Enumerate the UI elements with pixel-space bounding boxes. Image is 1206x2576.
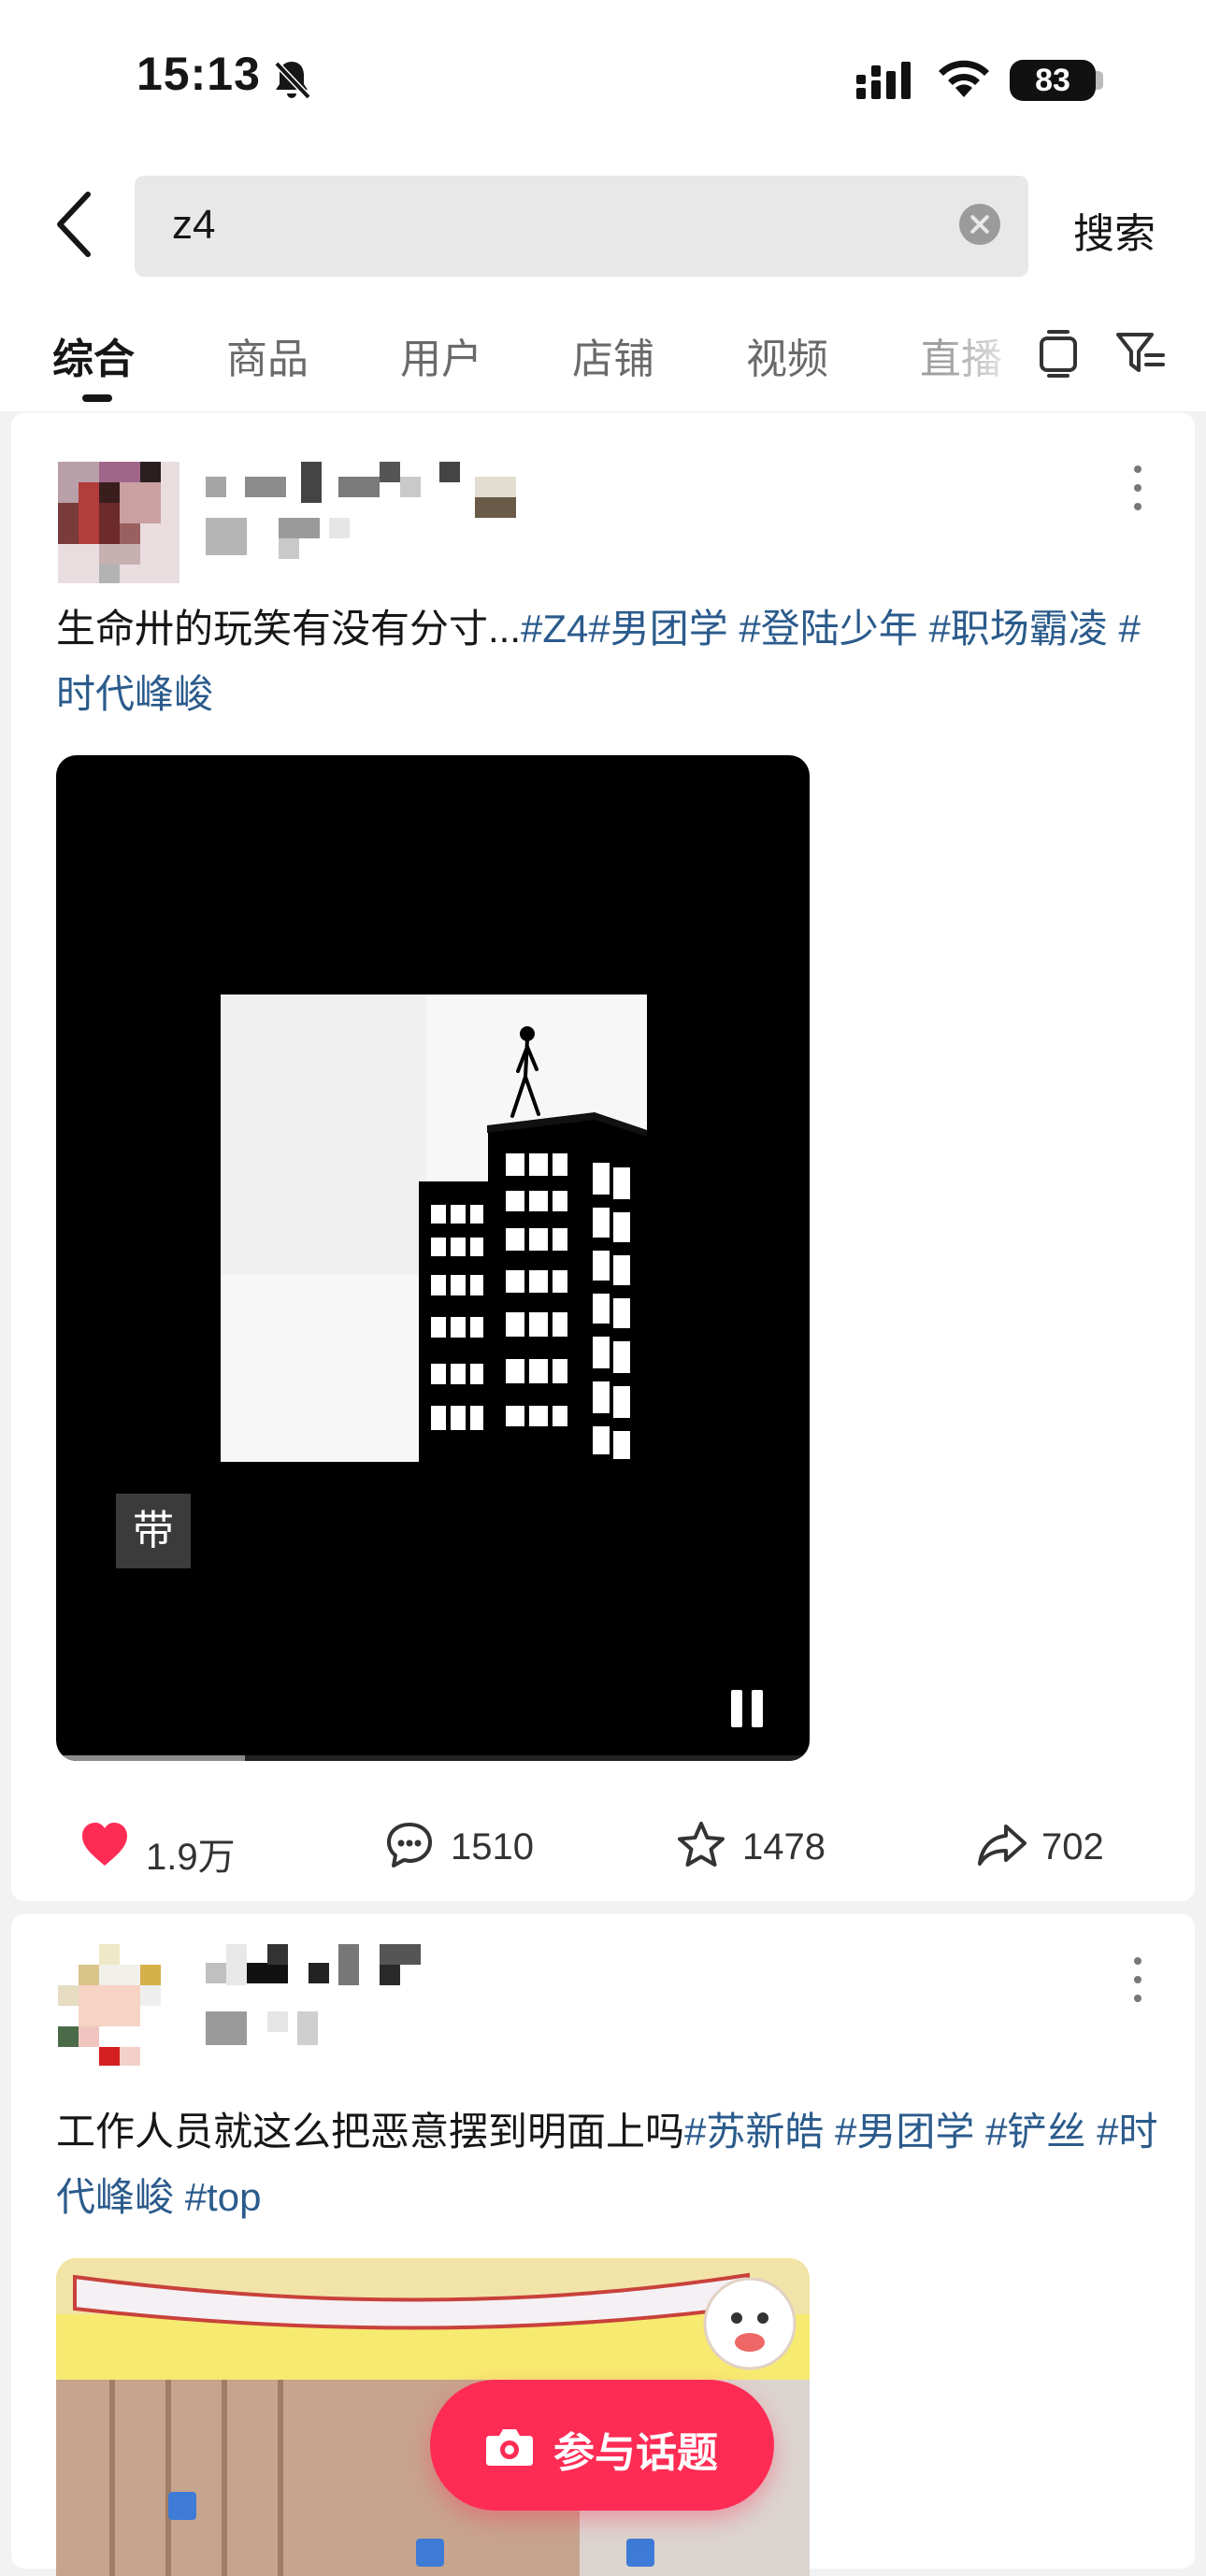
author-name-blurred[interactable]: [189, 462, 525, 565]
author-name-blurred[interactable]: [189, 1944, 469, 2047]
like-count: 1.9万: [146, 1837, 236, 1878]
hashtag-link[interactable]: #男团学: [588, 607, 727, 651]
author-avatar[interactable]: [58, 462, 179, 583]
comment-count: 1510: [451, 1826, 534, 1868]
more-options-icon[interactable]: [1128, 465, 1147, 512]
bell-muted-icon: [274, 61, 311, 100]
video-text-overlay: 带: [116, 1494, 191, 1568]
post-caption[interactable]: 工作人员就这么把恶意摆到明面上吗#苏新皓 #男团学 #铲丝 #时代峰峻 #top: [56, 2099, 1159, 2230]
more-options-icon[interactable]: [1128, 1957, 1147, 2004]
wifi-icon: [939, 60, 989, 97]
battery-indicator: 83: [1010, 60, 1096, 101]
tabs-fade: [944, 308, 1028, 402]
author-avatar[interactable]: [58, 1944, 179, 2066]
hashtag-link[interactable]: #top: [185, 2175, 262, 2219]
comment-icon: [387, 1823, 432, 1868]
share-arrow-icon: [978, 1825, 1027, 1866]
caption-text: 工作人员就这么把恶意摆到明面上吗: [56, 2110, 685, 2154]
heart-icon: [82, 1823, 127, 1866]
layout-toggle-icon[interactable]: [1036, 327, 1081, 379]
like-button[interactable]: 1.9万: [79, 1808, 266, 1882]
hashtag-link[interactable]: #苏新皓: [684, 2110, 824, 2154]
hashtag-link[interactable]: #男团学: [835, 2110, 974, 2154]
status-bar: 15:13 83: [0, 0, 1206, 159]
caption-text: 生命卅的玩笑有没有分寸...: [56, 607, 522, 651]
search-button[interactable]: 搜索: [1073, 200, 1156, 260]
pause-icon[interactable]: [731, 1690, 765, 1727]
video-player[interactable]: 带: [56, 755, 810, 1761]
post-caption[interactable]: 生命卅的玩笑有没有分寸...#Z4#男团学 #登陆少年 #职场霸凌 #时代峰峻: [56, 596, 1159, 727]
video-progress-fill: [56, 1755, 245, 1761]
tab-videos[interactable]: 视频: [746, 325, 828, 385]
camera-icon: [486, 2429, 533, 2466]
back-arrow-icon[interactable]: [47, 187, 112, 262]
tab-stores[interactable]: 店铺: [572, 325, 654, 385]
hashtag-link[interactable]: #登陆少年: [739, 607, 917, 651]
favorite-count: 1478: [742, 1826, 826, 1868]
favorite-button[interactable]: 1478: [675, 1808, 862, 1882]
video-frame-building-illustration: [221, 995, 647, 1462]
signal-icon: [856, 62, 911, 99]
status-time: 15:13: [136, 48, 261, 100]
clear-search-icon[interactable]: [959, 204, 1000, 245]
tab-comprehensive[interactable]: 综合: [52, 325, 135, 385]
tab-products[interactable]: 商品: [226, 325, 309, 385]
hashtag-link[interactable]: #铲丝: [985, 2110, 1085, 2154]
active-tab-indicator: [82, 394, 112, 402]
top-bar: 15:13 83 z4 搜索 综合 商品 用户 店铺 视频: [0, 0, 1206, 411]
join-topic-label: 参与话题: [553, 2430, 718, 2476]
battery-tip: [1096, 71, 1103, 90]
video-progress-track[interactable]: [56, 1755, 810, 1761]
hashtag-link[interactable]: #Z4: [521, 607, 588, 651]
post-card[interactable]: 生命卅的玩笑有没有分寸...#Z4#男团学 #登陆少年 #职场霸凌 #时代峰峻: [11, 413, 1195, 1901]
join-topic-button[interactable]: 参与话题: [430, 2380, 774, 2511]
tab-users[interactable]: 用户: [400, 325, 482, 385]
share-count: 702: [1041, 1826, 1104, 1868]
filter-icon[interactable]: [1114, 327, 1167, 379]
filter-tabs: 综合 商品 用户 店铺 视频 直播: [0, 308, 1206, 411]
comment-button[interactable]: 1510: [383, 1808, 570, 1882]
search-query-text: z4: [172, 202, 216, 248]
star-icon: [678, 1822, 725, 1867]
search-input[interactable]: z4: [135, 176, 1028, 277]
share-button[interactable]: 702: [974, 1808, 1161, 1882]
post-actions: 1.9万 1510 1478 702: [11, 1808, 1195, 1882]
hashtag-link[interactable]: #职场霸凌: [928, 607, 1107, 651]
